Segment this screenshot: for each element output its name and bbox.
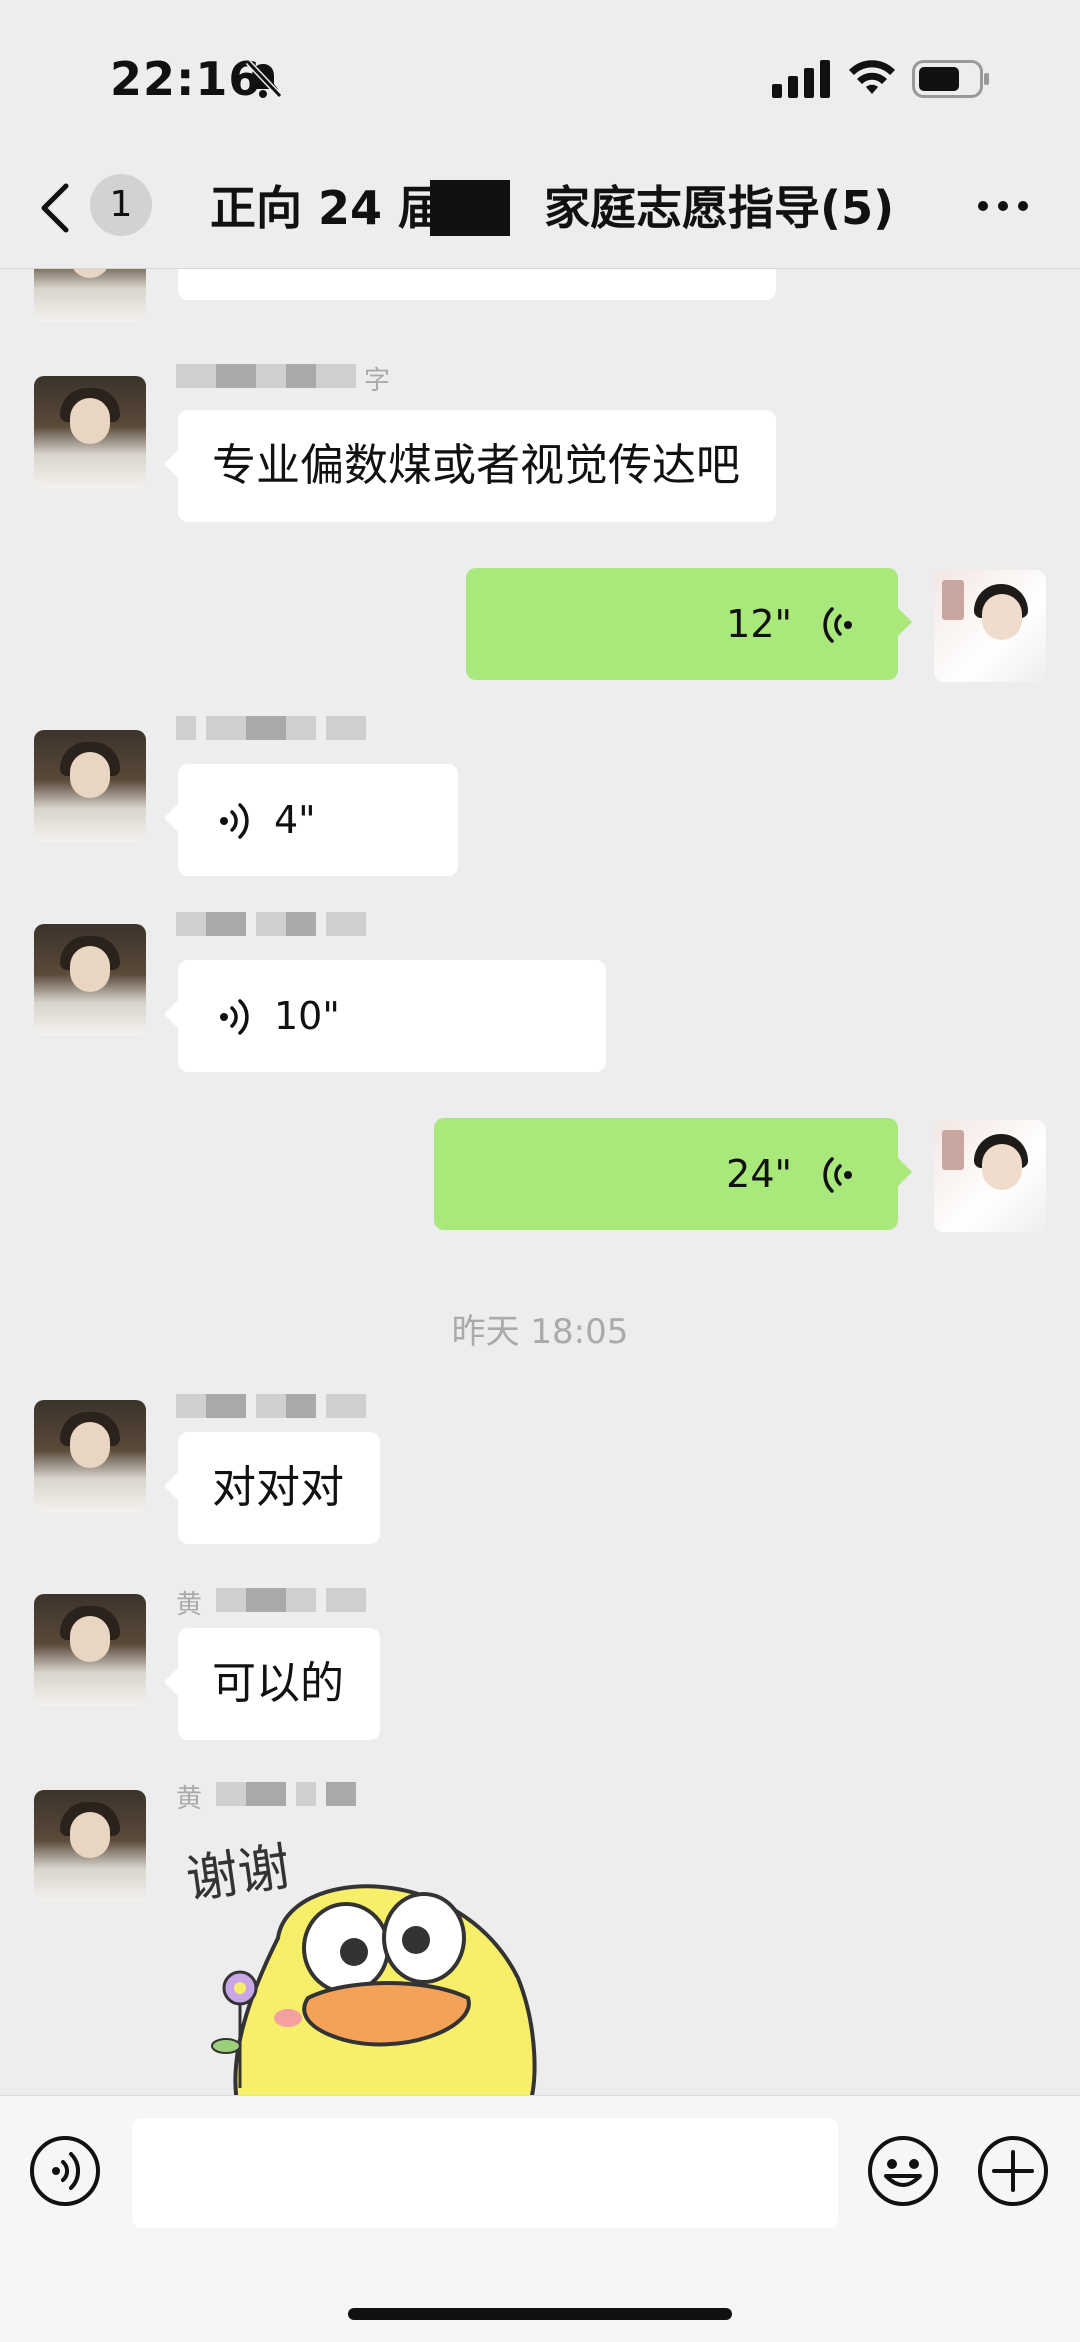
silent-bell-icon	[245, 59, 283, 99]
voice-duration: 4"	[274, 798, 316, 842]
voice-duration: 10"	[274, 994, 340, 1038]
voice-input-toggle-icon[interactable]	[28, 2134, 102, 2208]
emoji-icon[interactable]	[866, 2134, 940, 2208]
voice-message-bubble[interactable]: 24"	[434, 1118, 912, 1230]
voice-duration: 24"	[726, 1152, 792, 1196]
voice-wave-icon	[220, 999, 249, 1035]
chat-title-prefix: 正向 24 届	[210, 181, 445, 235]
sender-name: 字	[176, 360, 396, 398]
voice-message-bubble[interactable]: 4"	[164, 764, 458, 876]
sender-name	[176, 712, 396, 750]
voice-wave-icon	[823, 1157, 852, 1193]
avatar[interactable]	[34, 1400, 146, 1512]
sender-name	[176, 1390, 396, 1428]
unread-count-badge[interactable]: 1	[90, 174, 152, 236]
message-input[interactable]	[132, 2118, 838, 2228]
sender-name-fragment: 字	[364, 366, 391, 396]
sender-name	[176, 908, 396, 946]
sender-name-fragment: 黄	[176, 1590, 203, 1620]
sender-name: 黄	[176, 1778, 396, 1816]
timestamp: 昨天 18:05	[451, 1312, 629, 1352]
input-bar	[0, 2095, 1080, 2342]
avatar[interactable]	[34, 1594, 146, 1706]
message-bubble[interactable]: 专业偏数煤或者视觉传达吧	[164, 410, 776, 522]
message-list[interactable]: 城市最好在省内或者附近的 字 专业偏数煤或者视觉传达吧 12" 4"	[0, 268, 1080, 2095]
avatar[interactable]	[34, 924, 146, 1036]
sender-name-fragment: 黄	[176, 1784, 203, 1814]
chat-title: 正向 24 届 家庭志愿指导(5)	[210, 178, 894, 238]
message-bubble[interactable]: 对对对	[164, 1432, 380, 1544]
message-bubble[interactable]: 城市最好在省内或者附近的	[178, 268, 776, 300]
self-avatar[interactable]	[934, 1120, 1046, 1232]
self-avatar[interactable]	[934, 570, 1046, 682]
avatar[interactable]	[34, 268, 146, 322]
avatar[interactable]	[34, 1790, 146, 1902]
voice-wave-icon	[220, 803, 249, 839]
add-more-icon[interactable]	[976, 2134, 1050, 2208]
battery-icon	[912, 60, 989, 98]
back-chevron-icon[interactable]	[36, 182, 76, 234]
voice-wave-icon	[823, 607, 852, 643]
chat-title-suffix: 家庭志愿指导(5)	[544, 181, 895, 235]
avatar[interactable]	[34, 730, 146, 842]
avatar[interactable]	[34, 376, 146, 488]
sticker-text-left: 谢谢	[183, 1837, 294, 1911]
duck-thanks-sticker[interactable]: 谢谢	[178, 1828, 558, 2095]
wifi-icon	[849, 60, 895, 94]
message-bubble[interactable]: 可以的	[164, 1628, 380, 1740]
voice-message-bubble[interactable]: 12"	[466, 568, 912, 680]
voice-message-bubble[interactable]: 10"	[164, 960, 606, 1072]
chat-header: 1 正向 24 届 家庭志愿指导(5)	[0, 150, 1080, 269]
status-time: 22:16	[110, 52, 262, 106]
sender-name: 黄	[176, 1584, 396, 1622]
status-bar: 22:16	[0, 0, 1080, 150]
title-redaction	[430, 180, 510, 236]
cellular-signal-icon	[772, 60, 830, 98]
home-indicator	[348, 2308, 732, 2320]
voice-duration: 12"	[726, 602, 792, 646]
more-options-icon[interactable]	[976, 196, 1030, 216]
